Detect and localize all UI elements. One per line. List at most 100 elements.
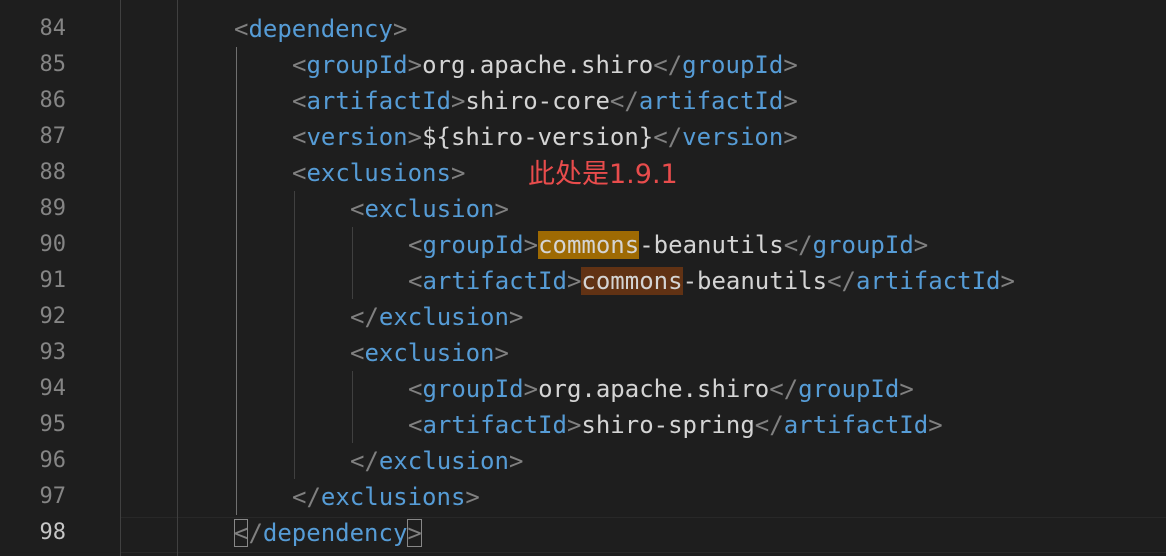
tag-bracket: > xyxy=(523,375,539,403)
tag-name: groupId xyxy=(306,51,408,79)
tag-name: version xyxy=(306,123,408,151)
tag-bracket: > xyxy=(913,231,929,259)
tag-name: exclusion xyxy=(364,339,495,367)
tag-bracket: > xyxy=(450,159,466,187)
code-line[interactable]: <groupId>commons-beanutils</groupId> xyxy=(408,227,928,263)
indent-guide xyxy=(177,0,178,556)
tag-slash: / xyxy=(364,447,379,475)
highlighted-text: commons xyxy=(538,231,640,259)
code-line[interactable]: </dependency> xyxy=(234,515,422,551)
tag-slash: / xyxy=(798,231,813,259)
code-line[interactable]: </exclusion> xyxy=(350,299,523,335)
element-text: -beanutils xyxy=(682,267,828,295)
tag-bracket: < xyxy=(408,231,423,259)
tag-name: groupId xyxy=(422,231,524,259)
tag-bracket: > xyxy=(783,51,798,79)
tag-bracket: > xyxy=(783,87,798,115)
tag-bracket: > xyxy=(899,375,914,403)
tag-slash: / xyxy=(667,123,683,151)
tag-bracket: < xyxy=(769,375,784,403)
code-line[interactable]: <groupId>org.apache.shiro</groupId> xyxy=(292,47,798,83)
indent-guide xyxy=(352,371,353,443)
red-annotation-text: 此处是1.9.1 xyxy=(528,159,678,190)
tag-bracket: > xyxy=(928,411,943,439)
tag-name: groupId xyxy=(798,375,900,403)
tag-bracket: > xyxy=(523,231,539,259)
tag-name: exclusion xyxy=(378,447,509,475)
indent-guide xyxy=(294,191,295,479)
tag-bracket: > xyxy=(494,339,509,367)
tag-name: artifactId xyxy=(783,411,929,439)
tag-bracket: > xyxy=(566,411,582,439)
element-text: ${shiro-version} xyxy=(422,123,654,151)
indent-guide xyxy=(236,47,237,515)
tag-name: exclusions xyxy=(320,483,466,511)
tag-bracket: > xyxy=(465,483,480,511)
tag-bracket: > xyxy=(783,123,798,151)
tag-bracket: < xyxy=(609,87,625,115)
element-text: shiro-spring xyxy=(581,411,755,439)
tag-bracket: < xyxy=(292,123,307,151)
tag-bracket: < xyxy=(783,231,799,259)
tag-bracket: < xyxy=(408,267,423,295)
code-line[interactable]: <artifactId>shiro-spring</artifactId> xyxy=(408,407,943,443)
tag-slash: / xyxy=(667,51,683,79)
code-line[interactable]: <exclusion> xyxy=(350,335,509,371)
tag-bracket: > xyxy=(407,51,423,79)
tag-name: artifactId xyxy=(306,87,451,115)
element-text: -beanutils xyxy=(639,231,784,259)
tag-bracket: < xyxy=(408,375,423,403)
code-line[interactable]: <artifactId>shiro-core</artifactId> xyxy=(292,83,798,119)
tag-name: artifactId xyxy=(638,87,784,115)
tag-bracket: > xyxy=(392,15,408,43)
tag-bracket: < xyxy=(408,411,423,439)
code-line[interactable]: <groupId>org.apache.shiro</groupId> xyxy=(408,371,914,407)
tag-name: groupId xyxy=(682,51,784,79)
code-line[interactable]: </exclusion> xyxy=(350,443,523,479)
code-line[interactable]: <version>${shiro-version}</version> xyxy=(292,119,798,155)
tag-name: exclusion xyxy=(378,303,509,331)
tag-name: groupId xyxy=(422,375,524,403)
indent-guide xyxy=(120,0,121,556)
tag-bracket: < xyxy=(292,483,307,511)
tag-slash: / xyxy=(783,375,799,403)
tag-slash: / xyxy=(248,519,263,547)
element-text: org.apache.shiro xyxy=(538,375,770,403)
tag-bracket: < xyxy=(653,51,668,79)
tag-name: dependency xyxy=(262,519,408,547)
tag-bracket: < xyxy=(754,411,770,439)
tag-slash: / xyxy=(364,303,379,331)
tag-bracket: < xyxy=(350,447,365,475)
tag-name: artifactId xyxy=(855,267,1001,295)
tag-bracket: < xyxy=(350,303,365,331)
indent-guide xyxy=(352,227,353,299)
tag-name: dependency xyxy=(248,15,393,43)
code-line[interactable]: <artifactId>commons-beanutils</artifactI… xyxy=(408,263,1015,299)
tag-name: groupId xyxy=(812,231,914,259)
tag-slash: / xyxy=(769,411,784,439)
code-editor[interactable]: 84 85 86 87 88 89 90 91 92 93 94 95 96 97 98 <dependen… xyxy=(0,0,1166,556)
tag-bracket: < xyxy=(653,123,668,151)
tag-bracket: > xyxy=(566,267,582,295)
tag-bracket: > xyxy=(450,87,466,115)
tag-bracket: < xyxy=(234,519,249,547)
tag-bracket: < xyxy=(292,51,307,79)
tag-bracket: < xyxy=(827,267,842,295)
tag-name: exclusion xyxy=(364,195,495,223)
code-line[interactable]: <exclusions> xyxy=(292,155,465,191)
tag-slash: / xyxy=(841,267,856,295)
tag-bracket: < xyxy=(350,339,365,367)
tag-bracket: < xyxy=(292,87,307,115)
tag-bracket: > xyxy=(1000,267,1015,295)
highlighted-text: commons xyxy=(581,267,683,295)
tag-name: version xyxy=(682,123,784,151)
code-line[interactable]: <exclusion> xyxy=(350,191,509,227)
code-area[interactable]: <dependency> <groupId>org.apache.shiro</g… xyxy=(0,0,1166,556)
code-line[interactable]: </exclusions> xyxy=(292,479,480,515)
code-line[interactable]: <dependency> xyxy=(234,11,407,47)
tag-bracket: > xyxy=(508,447,524,475)
tag-bracket: > xyxy=(508,303,524,331)
tag-bracket: < xyxy=(292,159,307,187)
tag-bracket: < xyxy=(350,195,365,223)
tag-name: artifactId xyxy=(422,267,567,295)
